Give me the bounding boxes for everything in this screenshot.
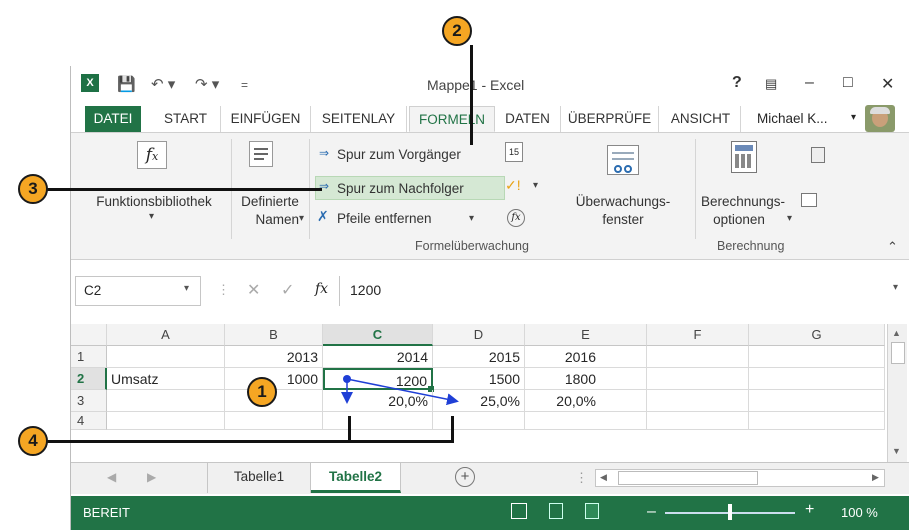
scroll-left-icon[interactable]: ◀ — [600, 472, 607, 483]
tab-ueberpruefe[interactable]: ÜBERPRÜFE — [561, 106, 659, 132]
normal-view-icon[interactable] — [511, 503, 527, 519]
add-sheet-button[interactable]: + — [455, 467, 475, 487]
chevron-down-icon: ▾ — [533, 180, 539, 191]
evaluate-formula-icon[interactable]: fx — [507, 209, 525, 227]
save-icon[interactable]: 💾 — [117, 75, 136, 93]
formula-value: 1200 — [350, 282, 382, 298]
collapse-ribbon-icon[interactable]: ⌃ — [887, 239, 898, 255]
page-break-icon[interactable] — [585, 503, 599, 519]
user-dropdown-icon[interactable]: ▾ — [851, 112, 856, 123]
callout-1: 1 — [247, 377, 277, 407]
define-name-icon — [249, 141, 273, 167]
sheet-next-icon[interactable]: ▶ — [147, 470, 156, 484]
group-berechnung: Berechnung — [717, 239, 785, 253]
callout-4-bracket-left — [348, 416, 351, 442]
window-title: Mappe1 - Excel — [427, 77, 525, 93]
close-button[interactable]: ✕ — [881, 74, 894, 94]
spur-vorgaenger-button[interactable]: Spur zum Vorgänger — [337, 146, 461, 163]
error-checking-icon[interactable]: ✓! — [505, 177, 521, 194]
user-name[interactable]: Michael K... — [757, 111, 828, 126]
berechnung-label[interactable]: Berechnungs- — [689, 193, 797, 210]
dependent-arrow-d3 — [346, 378, 459, 406]
ribbon-tabs: DATEI START EINFÜGEN SEITENLAY FORMELN D… — [71, 105, 909, 132]
group-formelueberwachung: Formelüberwachung — [415, 239, 529, 253]
namen-button[interactable]: Namen — [233, 211, 299, 228]
enter-icon[interactable]: ✓ — [281, 280, 294, 300]
minimize-button[interactable]: – — [805, 74, 814, 92]
chevron-down-icon: ▾ — [299, 213, 305, 224]
tab-start[interactable]: START — [151, 106, 221, 132]
expand-formula-icon[interactable]: ▾ — [893, 282, 898, 293]
insert-function-icon[interactable]: fx — [315, 281, 328, 297]
h-scroll-thumb[interactable] — [618, 471, 758, 485]
callout-2: 2 — [442, 16, 472, 46]
callout-3: 3 — [18, 174, 48, 204]
sheet-tab-tabelle1[interactable]: Tabelle1 — [207, 463, 311, 493]
trace-precedents-icon: ⇒ — [319, 146, 330, 160]
chevron-down-icon: ▾ — [149, 211, 155, 222]
show-formulas-icon[interactable]: 15 — [505, 142, 523, 162]
sheet-tab-tabelle2[interactable]: Tabelle2 — [311, 463, 401, 493]
callout-2-line — [470, 45, 473, 145]
sheet-tab-bar: ◀ ▶ Tabelle1 Tabelle2 + ⋮ ◀ ▶ — [71, 462, 909, 494]
avatar[interactable] — [865, 105, 895, 132]
calculation-options-icon — [731, 141, 757, 173]
calculate-now-icon[interactable] — [811, 147, 825, 163]
horizontal-scrollbar[interactable]: ◀ ▶ — [595, 469, 885, 487]
tab-ansicht[interactable]: ANSICHT — [661, 106, 741, 132]
name-box[interactable]: C2 ▾ — [75, 276, 201, 306]
help-button[interactable]: ? — [732, 74, 742, 92]
remove-arrows-icon: ✗ — [317, 208, 329, 224]
tab-seitenlay[interactable]: SEITENLAY — [311, 106, 407, 132]
definierte-label[interactable]: Definierte — [233, 193, 307, 210]
tab-formeln[interactable]: FORMELN — [409, 106, 495, 132]
chevron-down-icon: ▾ — [184, 283, 190, 294]
name-box-value: C2 — [84, 283, 102, 298]
callout-4-line — [46, 440, 454, 443]
formula-bar: C2 ▾ ⋮ ✕ ✓ fx 1200 ▾ — [71, 272, 909, 310]
callout-4-bracket-right — [451, 416, 454, 442]
ueberwachungsfenster-button[interactable]: fenster — [555, 211, 691, 228]
zoom-in-button[interactable]: + — [805, 501, 814, 519]
chevron-down-icon: ▾ — [787, 213, 793, 224]
tab-split-handle[interactable]: ⋮ — [575, 470, 588, 486]
calculate-sheet-icon[interactable] — [801, 193, 817, 207]
sheet-prev-icon[interactable]: ◀ — [107, 470, 116, 484]
chevron-down-icon: ▾ — [469, 213, 475, 224]
excel-app-icon[interactable]: X — [81, 74, 99, 92]
zoom-out-button[interactable]: – — [647, 503, 656, 521]
status-mode: BEREIT — [83, 505, 130, 520]
ueberwachung-label[interactable]: Überwachungs- — [555, 193, 691, 210]
tab-einfuegen[interactable]: EINFÜGEN — [221, 106, 311, 132]
function-fx-icon: fx — [137, 141, 167, 169]
status-bar: BEREIT – + 100 % — [71, 496, 909, 530]
formula-bar-divider: ⋮ — [217, 282, 230, 297]
maximize-button[interactable]: □ — [843, 74, 853, 92]
scroll-right-icon[interactable]: ▶ — [872, 472, 879, 483]
excel-window: X 💾 ↶ ▾ ↷ ▾ = Mappe1 - Excel ? ▤ – □ ✕ D… — [70, 66, 909, 530]
title-bar: X 💾 ↶ ▾ ↷ ▾ = Mappe1 - Excel ? ▤ – □ ✕ — [71, 66, 909, 106]
tab-daten[interactable]: DATEN — [495, 106, 561, 132]
ribbon-display-icon[interactable]: ▤ — [765, 76, 777, 92]
zoom-slider-handle[interactable] — [728, 504, 732, 520]
funktionsbibliothek-button[interactable]: Funktionsbibliothek — [79, 193, 229, 210]
spur-nachfolger-button[interactable]: Spur zum Nachfolger — [337, 180, 464, 197]
watch-window-icon — [607, 145, 639, 175]
callout-4: 4 — [18, 426, 48, 456]
zoom-level[interactable]: 100 % — [841, 505, 878, 520]
undo-icon[interactable]: ↶ ▾ — [151, 75, 175, 93]
berechnungsoptionen-button[interactable]: optionen — [689, 211, 789, 228]
cancel-icon[interactable]: ✕ — [247, 280, 260, 300]
callout-3-line — [46, 188, 322, 191]
ribbon: fx Funktionsbibliothek ▾ Definierte Name… — [71, 132, 909, 260]
formula-input[interactable]: 1200 — [339, 276, 903, 306]
redo-icon[interactable]: ↷ ▾ — [195, 75, 219, 93]
page-layout-icon[interactable] — [549, 503, 563, 519]
tab-datei[interactable]: DATEI — [85, 106, 141, 132]
customize-qat-icon[interactable]: = — [241, 78, 248, 92]
pfeile-entfernen-button[interactable]: Pfeile entfernen — [337, 210, 432, 227]
